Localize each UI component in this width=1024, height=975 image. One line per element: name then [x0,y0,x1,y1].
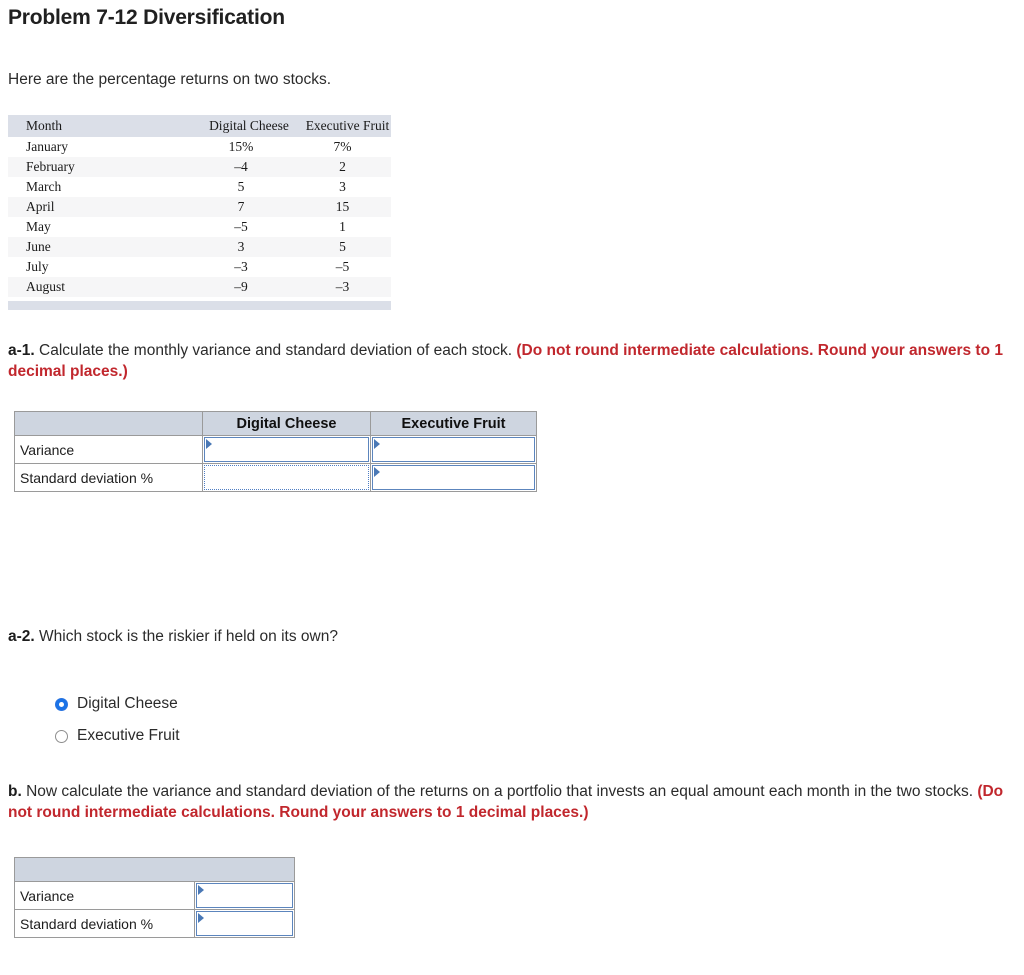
answer-b-blank-header [14,857,295,882]
cell-digital-cheese: 5 [194,176,304,197]
cell-month: August [8,276,194,297]
cell-month: June [8,236,194,257]
cell-month: July [8,256,194,277]
question-b-text: Now calculate the variance and standard … [21,783,978,800]
cell-month: April [8,196,194,217]
cell-marker-icon [198,885,204,895]
cell-digital-cheese: –4 [194,156,304,177]
stdev-digital-cheese-input[interactable] [204,465,369,490]
returns-table-head: Month Digital Cheese Executive Fruit [8,115,391,137]
radio-button-selected-icon[interactable] [55,697,68,711]
portfolio-variance-input[interactable] [196,883,293,908]
answer-b-header-row [14,857,295,882]
answer-a1-label-variance: Variance [14,435,203,464]
portfolio-stdev-input[interactable] [196,911,293,936]
radio-option-executive-fruit[interactable]: Executive Fruit [55,720,180,752]
table-row: August –9 –3 [8,276,391,297]
cell-executive-fruit: 7% [304,136,391,157]
page-title: Problem 7-12 Diversification [8,6,285,29]
portfolio-variance-cell[interactable] [194,881,295,910]
cell-executive-fruit: 1 [304,216,391,237]
returns-header-executive-fruit: Executive Fruit [304,115,391,137]
cell-digital-cheese: –3 [194,256,304,277]
question-a2-prompt: a-2. Which stock is the riskier if held … [8,627,708,648]
cell-executive-fruit: –5 [304,256,391,277]
question-b-label: b. [8,783,22,800]
answer-a1-label-standard-deviation: Standard deviation % [14,463,203,492]
returns-data-table: Month Digital Cheese Executive Fruit Jan… [8,115,391,297]
cell-digital-cheese: 15% [194,136,304,157]
answer-a1-header-executive-fruit: Executive Fruit [370,411,537,436]
radio-label-executive-fruit: Executive Fruit [77,727,180,744]
answer-a1-header-row: Digital Cheese Executive Fruit [14,411,537,436]
cell-marker-icon [198,913,204,923]
table-row: April 7 15 [8,196,391,217]
question-a1-label: a-1. [8,342,35,359]
radio-option-digital-cheese[interactable]: Digital Cheese [55,688,180,720]
question-a2-radio-group: Digital Cheese Executive Fruit [55,688,180,752]
portfolio-stdev-cell[interactable] [194,909,295,938]
cell-marker-icon [374,439,380,449]
cell-executive-fruit: 2 [304,156,391,177]
returns-table-footer-band [8,301,391,310]
cell-executive-fruit: 5 [304,236,391,257]
cell-digital-cheese: –9 [194,276,304,297]
variance-digital-cheese-input[interactable] [204,437,369,462]
cell-marker-icon [374,467,380,477]
cell-month: January [8,136,194,157]
stdev-executive-fruit-input[interactable] [372,465,535,490]
answer-a1-row-variance: Variance [14,435,537,464]
stdev-digital-cheese-cell[interactable] [202,463,371,492]
returns-table-header-row: Month Digital Cheese Executive Fruit [8,115,391,137]
stdev-executive-fruit-cell[interactable] [370,463,537,492]
variance-executive-fruit-input[interactable] [372,437,535,462]
question-a1-prompt: a-1. Calculate the monthly variance and … [8,341,1008,383]
answer-b-label-variance: Variance [14,881,195,910]
cell-digital-cheese: –5 [194,216,304,237]
cell-executive-fruit: 3 [304,176,391,197]
question-a1-text: Calculate the monthly variance and stand… [34,342,517,359]
question-b-prompt: b. Now calculate the variance and standa… [8,782,1008,824]
answer-b-row-variance: Variance [14,881,295,910]
cell-month: February [8,156,194,177]
table-row: June 3 5 [8,236,391,257]
answer-a1-corner-header [14,411,203,436]
answer-b-label-standard-deviation: Standard deviation % [14,909,195,938]
question-a2-label: a-2. [8,628,35,645]
returns-header-month: Month [8,115,194,137]
intro-text: Here are the percentage returns on two s… [8,71,332,88]
radio-button-unselected-icon[interactable] [55,729,68,743]
cell-month: May [8,216,194,237]
cell-marker-icon [206,439,212,449]
answer-table-b: Variance Standard deviation % [14,857,295,938]
table-row: May –5 1 [8,216,391,237]
cell-month: March [8,176,194,197]
answer-table-a1: Digital Cheese Executive Fruit Variance … [14,411,537,492]
returns-header-digital-cheese: Digital Cheese [194,115,304,137]
table-row: February –4 2 [8,156,391,177]
radio-label-digital-cheese: Digital Cheese [77,695,178,712]
cell-digital-cheese: 7 [194,196,304,217]
cell-executive-fruit: –3 [304,276,391,297]
answer-b-row-stdev: Standard deviation % [14,909,295,938]
cell-executive-fruit: 15 [304,196,391,217]
table-row: July –3 –5 [8,256,391,277]
returns-table-body: January 15% 7% February –4 2 March 5 3 A… [8,136,391,297]
variance-executive-fruit-cell[interactable] [370,435,537,464]
answer-a1-header-digital-cheese: Digital Cheese [202,411,371,436]
table-row: March 5 3 [8,176,391,197]
answer-a1-row-stdev: Standard deviation % [14,463,537,492]
variance-digital-cheese-cell[interactable] [202,435,371,464]
cell-digital-cheese: 3 [194,236,304,257]
question-a2-text: Which stock is the riskier if held on it… [34,628,338,645]
table-row: January 15% 7% [8,136,391,157]
